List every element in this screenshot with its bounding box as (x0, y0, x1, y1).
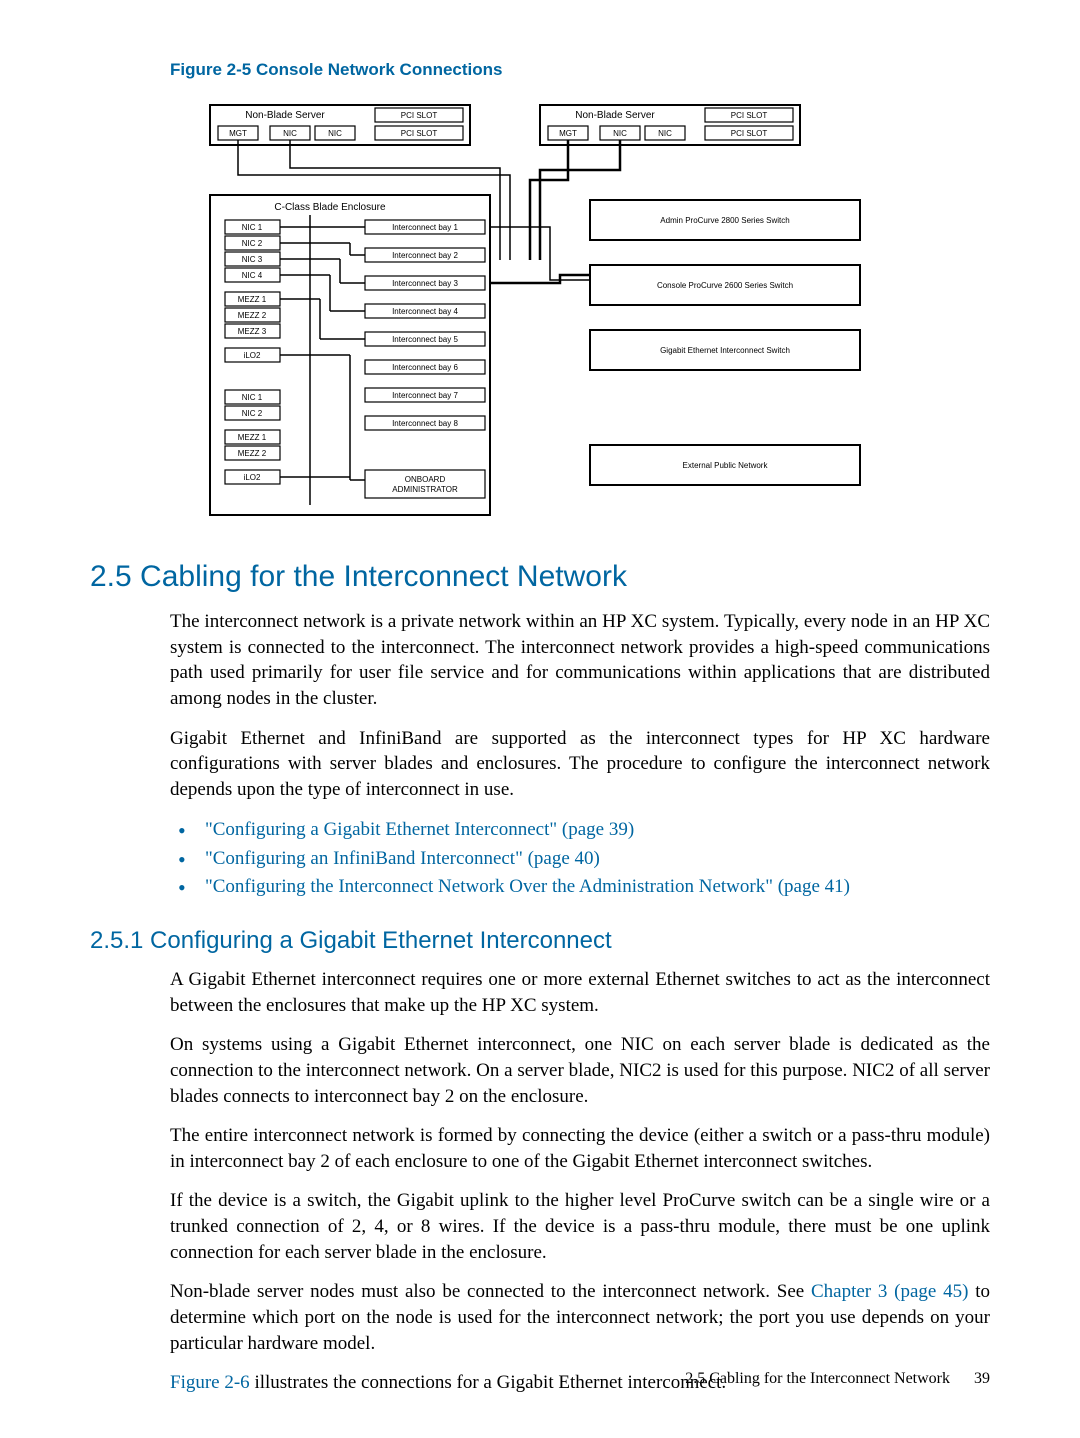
paragraph: The entire interconnect network is forme… (90, 1123, 990, 1174)
paragraph: On systems using a Gigabit Ethernet inte… (90, 1032, 990, 1109)
svg-text:External Public Network: External Public Network (683, 461, 769, 470)
svg-text:Interconnect bay 3: Interconnect bay 3 (392, 279, 458, 288)
svg-text:Interconnect bay 5: Interconnect bay 5 (392, 335, 458, 344)
network-diagram: .bx { fill:#fff; stroke:#000; stroke-wid… (190, 100, 890, 520)
svg-text:NIC 4: NIC 4 (242, 271, 263, 280)
page-footer: 2.5 Cabling for the Interconnect Network… (685, 1370, 990, 1388)
svg-text:C-Class Blade Enclosure: C-Class Blade Enclosure (274, 202, 386, 213)
svg-text:Interconnect bay 1: Interconnect bay 1 (392, 223, 458, 232)
figure-caption: Figure 2-5 Console Network Connections (170, 60, 990, 80)
svg-text:MEZZ 3: MEZZ 3 (238, 327, 267, 336)
svg-text:iLO2: iLO2 (244, 473, 261, 482)
paragraph: If the device is a switch, the Gigabit u… (90, 1188, 990, 1265)
xref-link[interactable]: Chapter 3 (page 45) (811, 1281, 968, 1302)
list-item: "Configuring a Gigabit Ethernet Intercon… (170, 816, 990, 845)
svg-text:Console ProCurve 2600 Series S: Console ProCurve 2600 Series Switch (657, 281, 793, 290)
svg-text:MGT: MGT (559, 129, 577, 138)
non-blade-server-right: Non-Blade Server PCI SLOT PCI SLOT MGT N… (540, 105, 800, 145)
page-number: 39 (974, 1370, 990, 1387)
xref-link[interactable]: "Configuring a Gigabit Ethernet Intercon… (205, 819, 634, 840)
svg-text:ONBOARD: ONBOARD (405, 475, 446, 484)
svg-text:PCI SLOT: PCI SLOT (401, 129, 438, 138)
svg-text:NIC: NIC (613, 129, 627, 138)
svg-text:MGT: MGT (229, 129, 247, 138)
svg-text:Admin ProCurve 2800 Series Swi: Admin ProCurve 2800 Series Switch (660, 216, 789, 225)
svg-text:NIC 3: NIC 3 (242, 255, 263, 264)
paragraph: Non-blade server nodes must also be conn… (90, 1279, 990, 1356)
svg-text:PCI SLOT: PCI SLOT (401, 111, 438, 120)
document-page: Figure 2-5 Console Network Connections .… (0, 0, 1080, 1438)
bullet-list: "Configuring a Gigabit Ethernet Intercon… (90, 816, 990, 902)
xref-link[interactable]: Figure 2-6 (170, 1372, 250, 1393)
svg-text:NIC: NIC (283, 129, 297, 138)
paragraph: A Gigabit Ethernet interconnect requires… (90, 967, 990, 1018)
svg-text:MEZZ 1: MEZZ 1 (238, 295, 267, 304)
svg-text:Interconnect bay 7: Interconnect bay 7 (392, 391, 458, 400)
xref-link[interactable]: "Configuring the Interconnect Network Ov… (205, 876, 850, 897)
text-run: illustrates the connections for a Gigabi… (250, 1372, 726, 1393)
svg-text:NIC: NIC (658, 129, 672, 138)
svg-text:NIC: NIC (328, 129, 342, 138)
footer-section-title: 2.5 Cabling for the Interconnect Network (685, 1370, 950, 1387)
svg-text:Gigabit Ethernet Interconnect: Gigabit Ethernet Interconnect Switch (660, 346, 790, 355)
svg-text:Interconnect bay 2: Interconnect bay 2 (392, 251, 458, 260)
section-2-5-1-heading: 2.5.1 Configuring a Gigabit Ethernet Int… (90, 927, 990, 955)
paragraph: Gigabit Ethernet and InfiniBand are supp… (90, 726, 990, 803)
svg-text:iLO2: iLO2 (244, 351, 261, 360)
svg-text:PCI SLOT: PCI SLOT (731, 129, 768, 138)
svg-text:MEZZ 2: MEZZ 2 (238, 449, 267, 458)
svg-text:Interconnect bay 6: Interconnect bay 6 (392, 363, 458, 372)
svg-text:NIC 1: NIC 1 (242, 393, 263, 402)
svg-text:Non-Blade Server: Non-Blade Server (245, 110, 325, 121)
svg-text:NIC 2: NIC 2 (242, 239, 263, 248)
section-2-5-heading: 2.5 Cabling for the Interconnect Network (90, 560, 990, 594)
enclosure-left-ports: NIC 1 NIC 2 NIC 3 NIC 4 MEZZ 1 MEZZ 2 ME… (225, 220, 280, 484)
paragraph: The interconnect network is a private ne… (90, 609, 990, 712)
svg-text:ADMINISTRATOR: ADMINISTRATOR (392, 485, 458, 494)
list-item: "Configuring the Interconnect Network Ov… (170, 873, 990, 902)
list-item: "Configuring an InfiniBand Interconnect"… (170, 845, 990, 874)
svg-text:NIC 2: NIC 2 (242, 409, 263, 418)
svg-text:Interconnect bay 4: Interconnect bay 4 (392, 307, 458, 316)
svg-text:MEZZ 2: MEZZ 2 (238, 311, 267, 320)
svg-text:PCI SLOT: PCI SLOT (731, 111, 768, 120)
svg-text:MEZZ 1: MEZZ 1 (238, 433, 267, 442)
non-blade-server-left: Non-Blade Server PCI SLOT PCI SLOT MGT N… (210, 105, 470, 145)
text-run: Non-blade server nodes must also be conn… (170, 1281, 811, 1302)
svg-text:Non-Blade Server: Non-Blade Server (575, 110, 655, 121)
xref-link[interactable]: "Configuring an InfiniBand Interconnect"… (205, 848, 600, 869)
svg-text:NIC 1: NIC 1 (242, 223, 263, 232)
svg-text:Interconnect bay 8: Interconnect bay 8 (392, 419, 458, 428)
